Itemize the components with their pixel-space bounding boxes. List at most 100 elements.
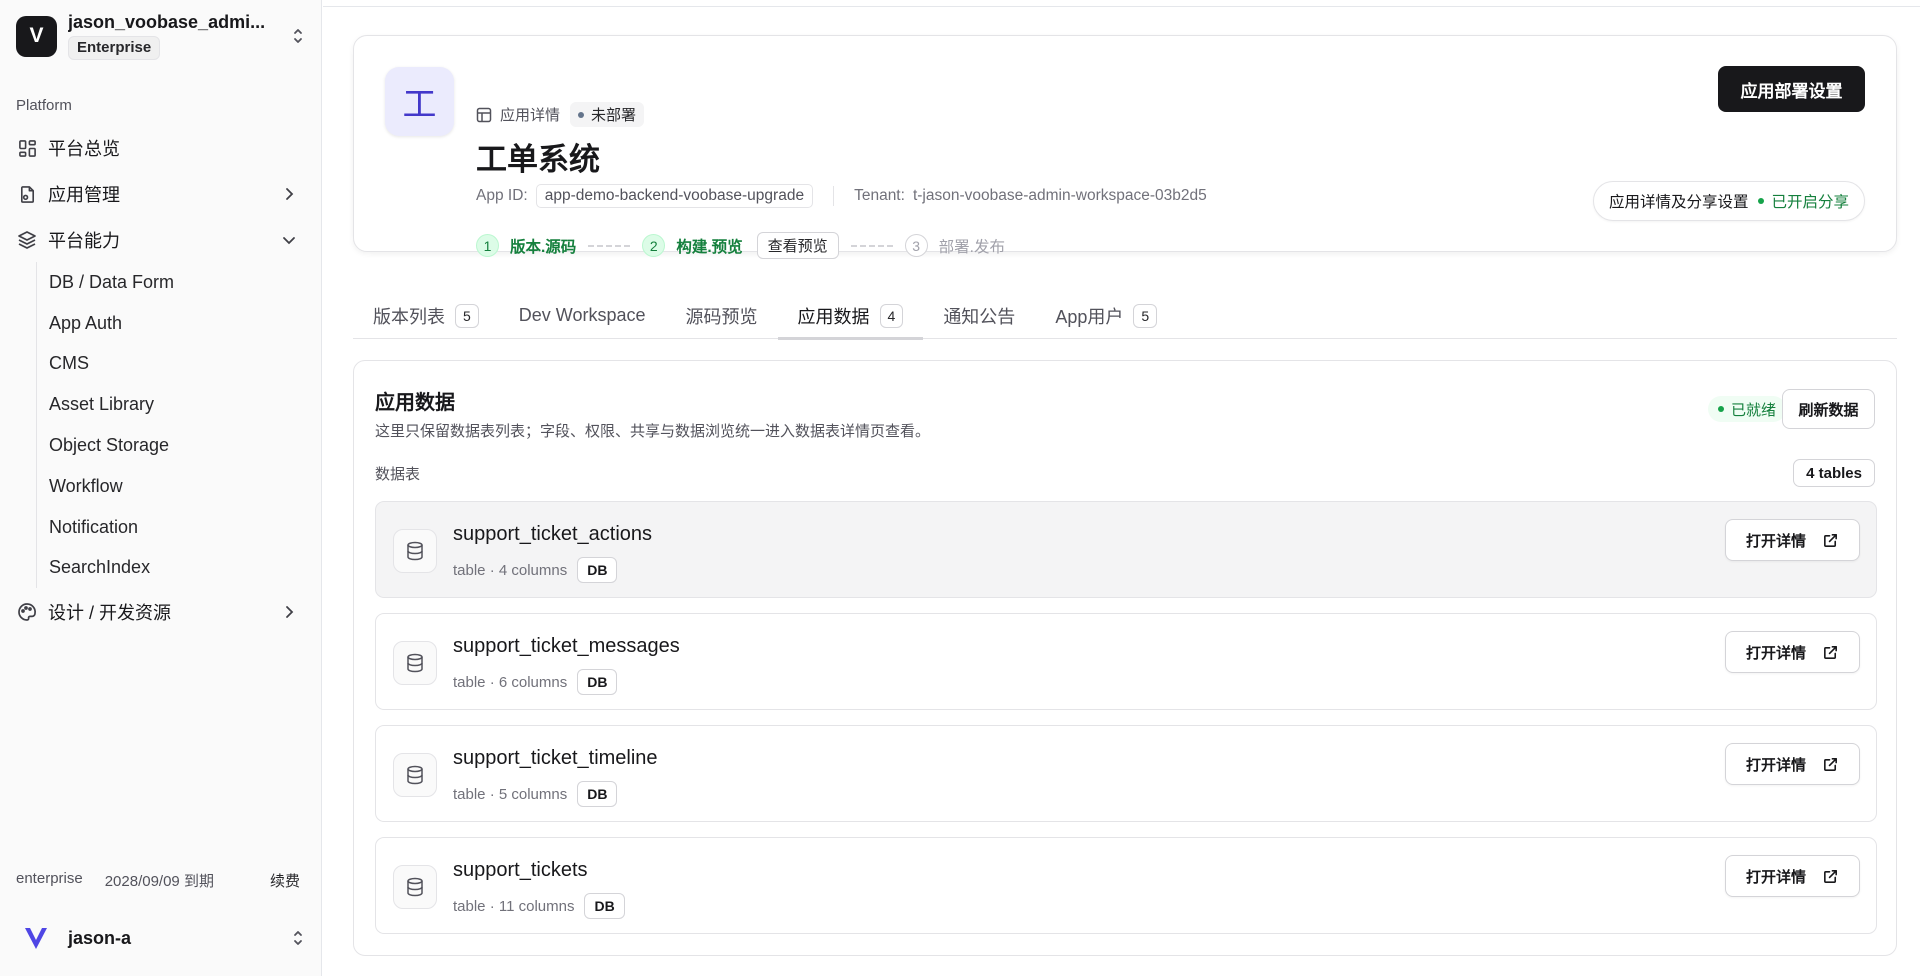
table-row[interactable]: support_tickets table · 11 columns DB 打开… xyxy=(375,837,1877,934)
app-header-card: 工 应用详情 未部署 工单系统 App ID: app-demo-backend… xyxy=(353,35,1897,259)
sidebar-subitem-app-auth[interactable]: App Auth xyxy=(49,303,306,344)
plan-expiry: 2028/09/09 到期 xyxy=(104,873,214,890)
panel-description: 这里只保留数据表列表；字段、权限、共享与数据浏览统一进入数据表详情页查看。 xyxy=(375,423,931,440)
share-status: 已开启分享 xyxy=(1758,190,1849,212)
table-name: support_tickets xyxy=(453,859,588,881)
open-details-button[interactable]: 打开详情 xyxy=(1725,743,1860,785)
deploy-settings-button[interactable]: 应用部署设置 xyxy=(1718,66,1865,112)
user-switcher[interactable]: jason-a xyxy=(16,918,306,958)
share-settings-button[interactable]: 应用详情及分享设置 已开启分享 xyxy=(1592,181,1865,221)
status-dot xyxy=(1758,198,1765,204)
app-doc-icon xyxy=(16,183,38,205)
tab-label: 应用数据 xyxy=(797,306,870,327)
step-label: 版本.源码 xyxy=(510,238,577,256)
table-meta: table · 6 columns DB xyxy=(453,669,618,695)
table-meta-text: table · 5 columns xyxy=(453,785,568,803)
table-meta-text: table · 6 columns xyxy=(453,673,568,691)
sidebar-item-design-dev-resources[interactable]: 设计 / 开发资源 xyxy=(16,592,306,632)
tab-label: 通知公告 xyxy=(943,306,1016,327)
table-name: support_ticket_timeline xyxy=(453,747,658,769)
view-preview-button[interactable]: 查看预览 xyxy=(756,232,839,259)
db-tag: DB xyxy=(577,557,618,583)
sidebar-item-label: 应用管理 xyxy=(48,185,120,205)
open-details-label: 打开详情 xyxy=(1745,532,1806,550)
open-details-label: 打开详情 xyxy=(1745,868,1806,886)
step-connector xyxy=(850,244,893,247)
open-details-label: 打开详情 xyxy=(1745,756,1806,774)
meta-divider xyxy=(833,186,835,206)
refresh-data-button[interactable]: 刷新数据 xyxy=(1782,389,1875,429)
tab-notifications[interactable]: 通知公告 xyxy=(923,292,1035,339)
table-row[interactable]: support_ticket_actions table · 4 columns… xyxy=(375,501,1877,598)
sidebar-subitem-db-data-form[interactable]: DB / Data Form xyxy=(49,262,306,303)
sidebar-subitem-object-storage[interactable]: Object Storage xyxy=(49,425,306,466)
tab-dev-workspace[interactable]: Dev Workspace xyxy=(499,292,666,339)
deploy-status-text: 未部署 xyxy=(591,107,637,124)
sidebar-subitem-asset-library[interactable]: Asset Library xyxy=(49,384,306,425)
step-label: 构建.预览 xyxy=(676,238,743,256)
app-avatar: 工 xyxy=(385,67,454,136)
app-id-value[interactable]: app-demo-backend-voobase-upgrade xyxy=(535,184,814,208)
tab-label: 版本列表 xyxy=(373,306,445,327)
section-label-platform: Platform xyxy=(16,97,72,114)
open-details-button[interactable]: 打开详情 xyxy=(1725,519,1860,561)
ready-status-badge: 已就绪 xyxy=(1707,396,1786,422)
open-details-button[interactable]: 打开详情 xyxy=(1725,631,1860,673)
table-meta: table · 5 columns DB xyxy=(453,781,618,807)
sidebar: V jason_voobase_admi... Enterprise Platf… xyxy=(0,0,322,976)
sidebar-subitem-notification[interactable]: Notification xyxy=(49,507,306,548)
tab-count-badge: 5 xyxy=(455,303,479,328)
external-link-icon xyxy=(1822,532,1839,549)
table-name: support_ticket_actions xyxy=(453,523,653,545)
main-content: 工 应用详情 未部署 工单系统 App ID: app-demo-backend… xyxy=(323,0,1920,976)
sidebar-subitem-cms[interactable]: CMS xyxy=(49,344,306,385)
page-title: 工单系统 xyxy=(476,142,600,177)
deploy-steps: 1 版本.源码 2 构建.预览 查看预览 3 部署.发布 xyxy=(476,232,1005,259)
workspace-switcher[interactable]: V jason_voobase_admi... Enterprise xyxy=(16,12,306,60)
tab-label: App用户 xyxy=(1055,306,1124,327)
status-dot xyxy=(578,111,585,118)
layers-icon xyxy=(16,229,38,251)
sidebar-nav: 平台总览 应用管理 平台能力 DB / Data Form App Auth C… xyxy=(16,128,306,638)
chevron-right-icon xyxy=(280,185,298,203)
step-number: 3 xyxy=(904,234,928,257)
tab-versions[interactable]: 版本列表 5 xyxy=(353,292,499,339)
sidebar-item-app-management[interactable]: 应用管理 xyxy=(16,174,306,214)
renew-link[interactable]: 续费 xyxy=(270,870,300,891)
sidebar-subitem-workflow[interactable]: Workflow xyxy=(49,466,306,507)
table-row[interactable]: support_ticket_messages table · 6 column… xyxy=(375,613,1877,710)
tab-count-badge: 4 xyxy=(879,303,904,328)
tab-label: Dev Workspace xyxy=(518,305,646,325)
tenant-value: t-jason-voobase-admin-workspace-03b2d5 xyxy=(912,187,1207,204)
tables-section-label: 数据表 xyxy=(375,466,421,483)
deploy-status-badge: 未部署 xyxy=(570,102,645,127)
open-details-button[interactable]: 打开详情 xyxy=(1725,855,1860,897)
sidebar-subitem-searchindex[interactable]: SearchIndex xyxy=(49,548,306,589)
table-meta: table · 11 columns DB xyxy=(453,893,625,919)
sidebar-item-platform-capabilities[interactable]: 平台能力 xyxy=(16,220,306,260)
tab-app-users[interactable]: App用户 5 xyxy=(1035,292,1177,339)
user-avatar-v-logo-icon xyxy=(16,918,56,958)
table-meta-text: table · 11 columns xyxy=(453,897,575,915)
sidebar-item-label: 平台能力 xyxy=(48,231,120,251)
tab-source-preview[interactable]: 源码预览 xyxy=(666,292,778,339)
table-meta: table · 4 columns DB xyxy=(453,557,618,583)
step-connector xyxy=(588,244,631,247)
chevron-down-icon xyxy=(280,231,298,249)
palette-icon xyxy=(16,601,38,623)
database-icon xyxy=(393,865,437,909)
workspace-logo: V xyxy=(16,15,57,57)
app-meta-row: App ID: app-demo-backend-voobase-upgrade… xyxy=(476,184,1207,208)
workspace-name: jason_voobase_admi... xyxy=(68,12,266,32)
sidebar-item-label: 平台总览 xyxy=(48,139,120,159)
panel-title: 应用数据 xyxy=(375,392,455,414)
breadcrumb: 应用详情 未部署 xyxy=(476,102,645,127)
layout-panel-icon xyxy=(476,107,492,123)
sidebar-item-overview[interactable]: 平台总览 xyxy=(16,128,306,168)
top-divider xyxy=(323,6,1920,7)
external-link-icon xyxy=(1822,868,1839,885)
table-row[interactable]: support_ticket_timeline table · 5 column… xyxy=(375,725,1877,822)
plan-badge: Enterprise xyxy=(68,36,161,60)
status-dot xyxy=(1717,406,1724,412)
tab-app-data[interactable]: 应用数据 4 xyxy=(777,292,924,340)
